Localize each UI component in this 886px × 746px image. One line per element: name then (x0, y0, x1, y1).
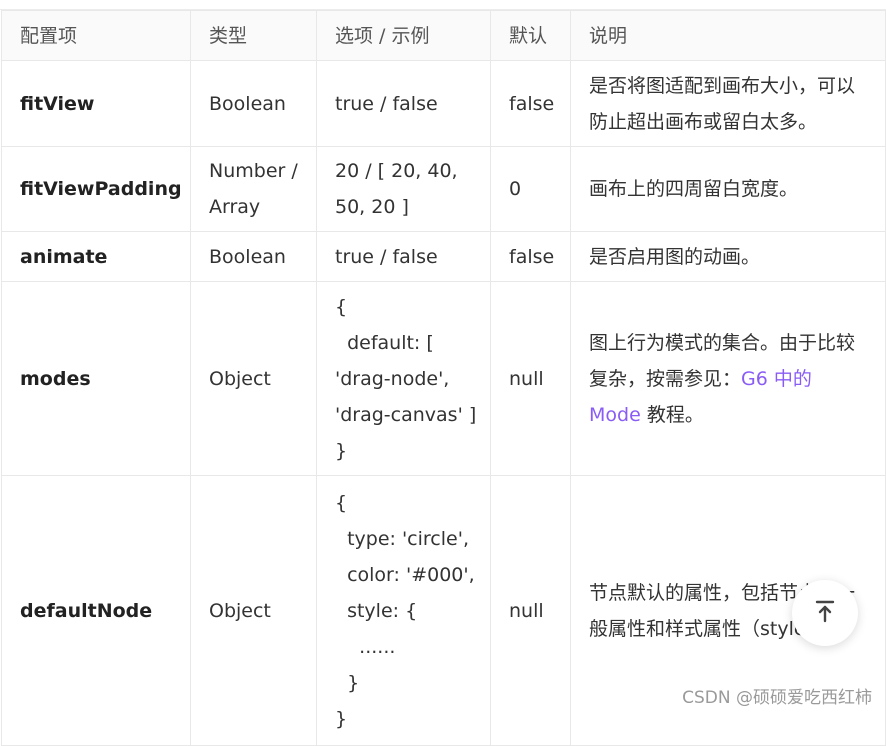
header-default: 默认 (490, 10, 571, 61)
row-description: 是否启用图的动画。 (570, 231, 886, 282)
row-key: animate (1, 231, 191, 282)
table-header-row: 配置项 类型 选项 / 示例 默认 说明 (1, 10, 886, 61)
description-text: 教程。 (640, 403, 704, 426)
arrow-up-to-line-icon (812, 598, 838, 628)
header-option-example: 选项 / 示例 (316, 10, 491, 61)
description-text: 图上行为模式的集合。由于比较复杂，按需参见： (589, 331, 856, 390)
header-description: 说明 (570, 10, 886, 61)
row-default: null (490, 281, 571, 476)
row-default: null (490, 475, 571, 746)
config-table: 配置项 类型 选项 / 示例 默认 说明 fitView Boolean tru… (1, 10, 886, 746)
back-to-top-button[interactable] (792, 580, 858, 646)
row-type: Number / Array (190, 146, 317, 232)
table-row: fitViewPadding Number / Array 20 / [ 20,… (1, 146, 886, 232)
header-type: 类型 (190, 10, 317, 61)
top-divider (0, 0, 886, 10)
row-key: fitView (1, 60, 191, 147)
row-type: Boolean (190, 60, 317, 147)
row-description: 画布上的四周留白宽度。 (570, 146, 886, 232)
row-default: false (490, 231, 571, 282)
row-option: true / false (316, 231, 491, 282)
table-row: animate Boolean true / false false 是否启用图… (1, 231, 886, 282)
table-row: fitView Boolean true / false false 是否将图适… (1, 60, 886, 147)
row-description: 是否将图适配到画布大小，可以防止超出画布或留白太多。 (570, 60, 886, 147)
row-default: false (490, 60, 571, 147)
row-key: fitViewPadding (1, 146, 191, 232)
row-key: modes (1, 281, 191, 476)
row-type: Object (190, 281, 317, 476)
table-row: modes Object { default: [ 'drag-node', '… (1, 281, 886, 476)
row-option: true / false (316, 60, 491, 147)
row-default: 0 (490, 146, 571, 232)
row-description: 图上行为模式的集合。由于比较复杂，按需参见：G6 中的 Mode 教程。 (570, 281, 886, 476)
csdn-watermark: CSDN @硕硕爱吃西红柿 (682, 688, 872, 708)
row-option: { default: [ 'drag-node', 'drag-canvas' … (316, 281, 491, 476)
header-config-item: 配置项 (1, 10, 191, 61)
row-option: { type: 'circle', color: '#000', style: … (316, 475, 491, 746)
row-key: defaultNode (1, 475, 191, 746)
row-option: 20 / [ 20, 40, 50, 20 ] (316, 146, 491, 232)
row-type: Boolean (190, 231, 317, 282)
row-type: Object (190, 475, 317, 746)
